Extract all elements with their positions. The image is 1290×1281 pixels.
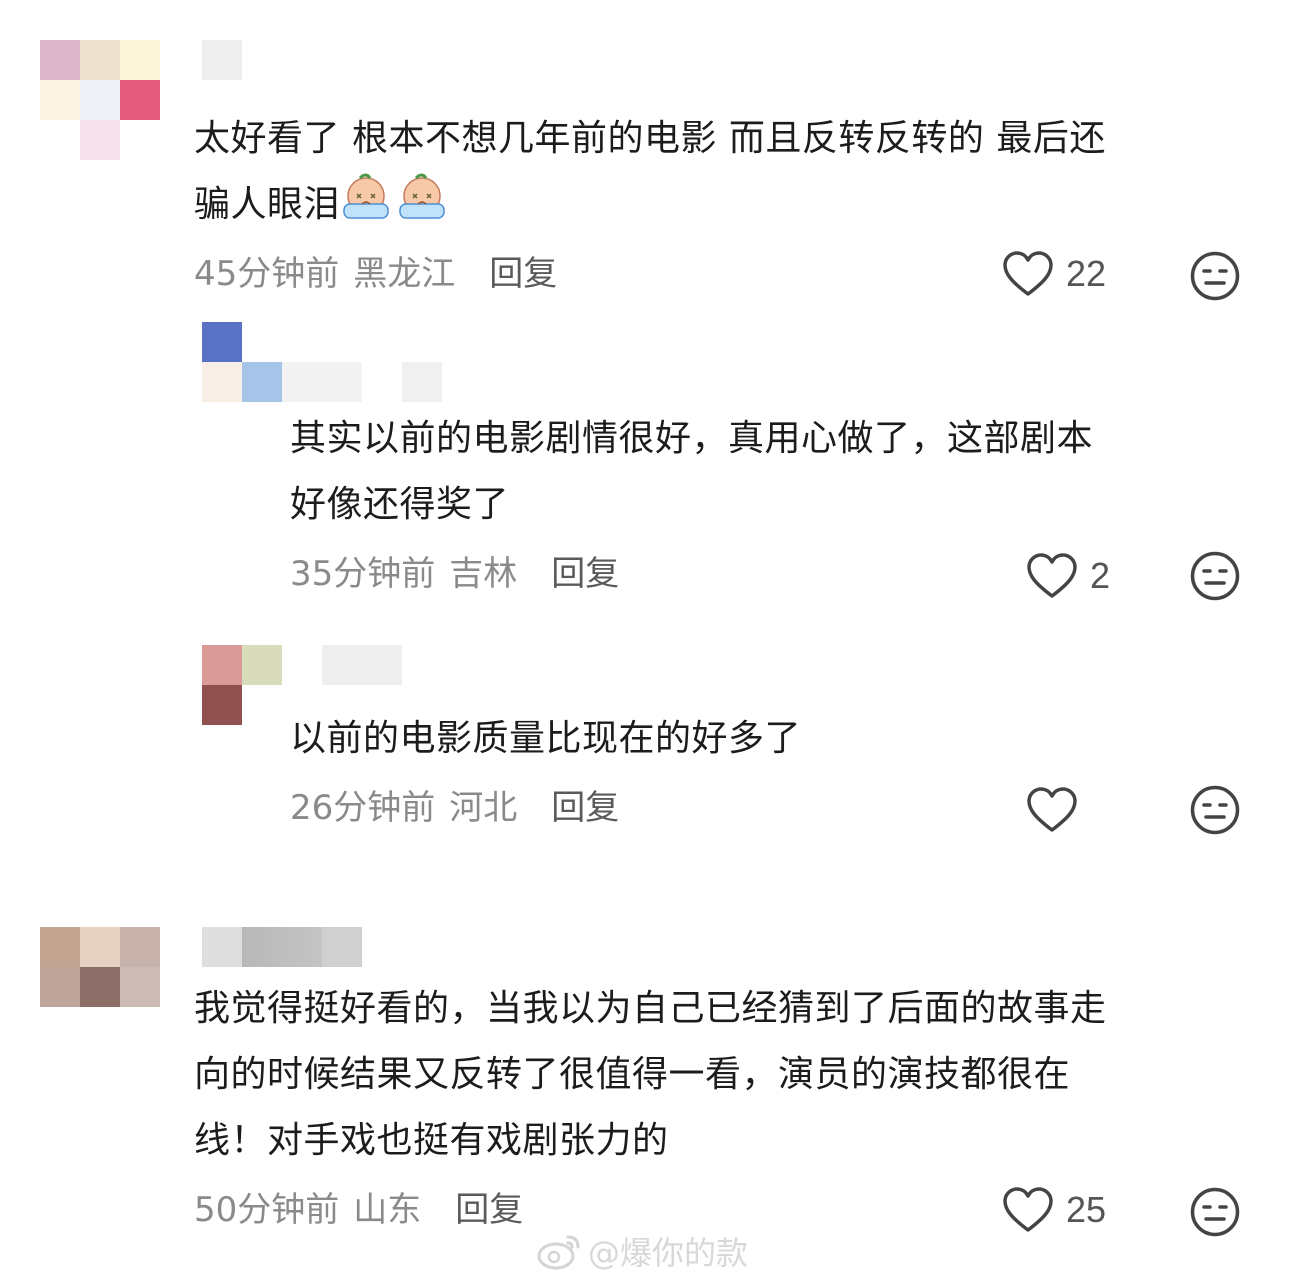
comment-text: 我觉得挺好看的，当我以为自己已经猜到了后面的故事走 向的时候结果又反转了很值得一… <box>194 988 1107 1161</box>
heart-outline-icon <box>1003 1187 1053 1232</box>
heart-outline-icon <box>1027 553 1077 598</box>
dislike-button[interactable] <box>1189 250 1241 302</box>
username-blurred[interactable] <box>202 927 362 967</box>
reply-button[interactable]: 回复 <box>455 1190 523 1230</box>
like-button[interactable]: 2 <box>1026 552 1110 600</box>
like-button[interactable]: 25 <box>1002 1186 1106 1234</box>
location: 吉林 <box>449 554 518 594</box>
comment-meta: 26分钟前 河北 回复 <box>290 788 619 828</box>
timestamp: 35分钟前 <box>290 554 436 594</box>
location: 黑龙江 <box>353 254 456 294</box>
dislike-button[interactable] <box>1189 550 1241 602</box>
timestamp: 45分钟前 <box>194 254 340 294</box>
reply-button[interactable]: 回复 <box>489 254 557 294</box>
comment-text: 太好看了 根本不想几年前的电影 而且反转反转的 最后还 骗人眼泪 <box>194 118 1106 225</box>
watermark-text: @爆你的款 <box>588 1234 749 1272</box>
avatar[interactable] <box>202 645 282 725</box>
heart-outline-icon <box>1003 251 1053 296</box>
comment-meta: 45分钟前 黑龙江 回复 <box>194 254 557 294</box>
like-count: 22 <box>1066 253 1107 294</box>
weibo-logo-icon <box>537 1235 580 1270</box>
reply-button[interactable]: 回复 <box>551 788 619 828</box>
heart-outline-icon <box>1027 787 1077 832</box>
watermark: @爆你的款 <box>536 1228 748 1274</box>
meh-face-icon <box>1190 785 1240 835</box>
like-count: 25 <box>1066 1189 1107 1230</box>
comment-meta: 35分钟前 吉林 回复 <box>290 554 619 594</box>
location: 河北 <box>449 788 518 828</box>
dislike-button[interactable] <box>1189 784 1241 836</box>
timestamp: 50分钟前 <box>194 1190 340 1230</box>
comment-meta: 50分钟前 山东 回复 <box>194 1190 523 1230</box>
username-blurred[interactable] <box>322 645 402 685</box>
reply-button[interactable]: 回复 <box>551 554 619 594</box>
meh-face-icon <box>1190 551 1240 601</box>
like-count: 2 <box>1090 555 1111 596</box>
comment-text: 其实以前的电影剧情很好，真用心做了，这部剧本 好像还得奖了 <box>290 418 1094 525</box>
like-button[interactable] <box>1026 786 1090 834</box>
avatar[interactable] <box>40 927 160 1007</box>
username-blurred[interactable] <box>202 40 242 80</box>
meh-face-icon <box>1190 251 1240 301</box>
dislike-button[interactable] <box>1189 1186 1241 1238</box>
like-button[interactable]: 22 <box>1002 250 1106 298</box>
crying-face-emoji <box>340 173 452 225</box>
meh-face-icon <box>1190 1187 1240 1237</box>
username-blurred[interactable] <box>282 362 362 402</box>
avatar[interactable] <box>40 40 160 160</box>
avatar[interactable] <box>202 322 282 402</box>
comment-text: 以前的电影质量比现在的好多了 <box>290 718 802 759</box>
timestamp: 26分钟前 <box>290 788 436 828</box>
username-blurred-part <box>402 362 442 402</box>
location: 山东 <box>353 1190 422 1230</box>
